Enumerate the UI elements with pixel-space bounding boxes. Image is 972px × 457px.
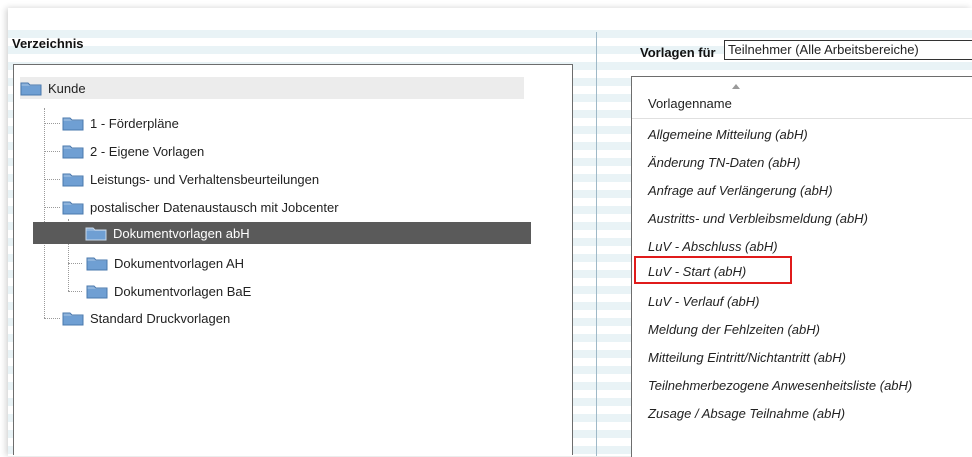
tree-connector (44, 151, 60, 152)
tree-item-label: Leistungs- und Verhaltensbeurteilungen (90, 171, 320, 187)
template-item[interactable]: Teilnehmerbezogene Anwesenheitsliste (ab… (648, 378, 912, 393)
template-item[interactable]: LuV - Verlauf (abH) (648, 294, 760, 309)
folder-icon (86, 255, 108, 271)
tree-connector (44, 318, 60, 319)
folder-icon (85, 225, 107, 241)
tree-item-kunde[interactable]: Kunde (20, 77, 524, 99)
tree-item-standard-druckvorlagen[interactable]: Standard Druckvorlagen (62, 307, 230, 329)
tree-item-label: Dokumentvorlagen BaE (114, 283, 252, 299)
folder-icon (62, 171, 84, 187)
tree-connector (44, 179, 60, 180)
tree-item-dokumentvorlagen-ah[interactable]: Dokumentvorlagen AH (86, 252, 244, 274)
tree-connector (44, 123, 60, 124)
tree-item-datenaustausch[interactable]: postalischer Datenaustausch mit Jobcente… (62, 196, 339, 218)
tree-item-dokumentvorlagen-bae[interactable]: Dokumentvorlagen BaE (86, 280, 251, 302)
template-item[interactable]: Austritts- und Verbleibsmeldung (abH) (648, 211, 868, 226)
header-divider (632, 118, 972, 119)
tree-item-dokumentvorlagen-abh[interactable]: Dokumentvorlagen abH (33, 222, 531, 244)
tree-item-label: Dokumentvorlagen abH (113, 225, 250, 241)
templates-heading: Vorlagen für (640, 45, 716, 60)
folder-icon (62, 143, 84, 159)
column-header-vorlagenname[interactable]: Vorlagenname (648, 96, 732, 111)
tree-item-label: Dokumentvorlagen AH (114, 255, 245, 271)
folder-icon (20, 80, 42, 96)
panel-divider[interactable] (596, 32, 597, 456)
template-item[interactable]: LuV - Abschluss (abH) (648, 239, 778, 254)
tree-item-eigene-vorlagen[interactable]: 2 - Eigene Vorlagen (62, 140, 204, 162)
template-item[interactable]: Zusage / Absage Teilnahme (abH) (648, 406, 845, 421)
tree-connector (68, 291, 82, 292)
template-item[interactable]: Änderung TN-Daten (abH) (648, 155, 800, 170)
folder-icon (62, 115, 84, 131)
tree-item-leistungsbeurteilungen[interactable]: Leistungs- und Verhaltensbeurteilungen (62, 168, 319, 190)
template-item[interactable]: Mitteilung Eintritt/Nichtantritt (abH) (648, 350, 846, 365)
template-item[interactable]: Meldung der Fehlzeiten (abH) (648, 322, 820, 337)
highlight-box (634, 256, 792, 284)
folder-icon (62, 310, 84, 326)
sort-ascending-icon[interactable] (732, 84, 740, 89)
top-bar (8, 8, 972, 23)
directory-heading: Verzeichnis (12, 36, 84, 51)
tree-item-label: postalischer Datenaustausch mit Jobcente… (90, 199, 339, 215)
tree-item-label: Standard Druckvorlagen (90, 310, 231, 326)
tree-item-foerderplaene[interactable]: 1 - Förderpläne (62, 112, 179, 134)
template-item[interactable]: Anfrage auf Verlängerung (abH) (648, 183, 833, 198)
tree-item-label: Kunde (48, 80, 86, 96)
tree-connector (44, 207, 60, 208)
tree-item-label: 2 - Eigene Vorlagen (90, 143, 205, 159)
folder-icon (62, 199, 84, 215)
tree-connector (44, 108, 45, 318)
tree-connector (68, 263, 82, 264)
tree-item-label: 1 - Förderpläne (90, 115, 179, 131)
template-item[interactable]: Allgemeine Mitteilung (abH) (648, 127, 808, 142)
folder-icon (86, 283, 108, 299)
templates-filter-select[interactable]: Teilnehmer (Alle Arbeitsbereiche) (724, 40, 972, 60)
